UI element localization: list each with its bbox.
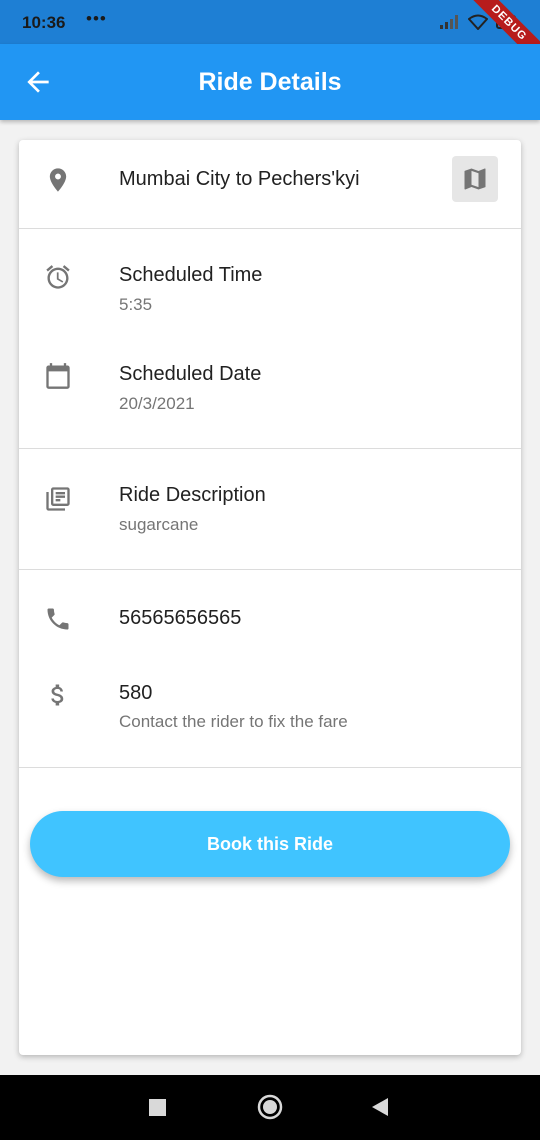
phone-number[interactable]: 56565656565 [119, 607, 241, 630]
article-icon [46, 487, 70, 511]
back-nav-button[interactable] [372, 1098, 388, 1116]
app-bar: Ride Details [0, 44, 540, 120]
book-ride-button[interactable]: Book this Ride [30, 811, 510, 877]
divider [19, 767, 521, 768]
route-text: Mumbai City to Pechers'kyi [119, 168, 360, 190]
fare-note: Contact the rider to fix the fare [119, 712, 348, 731]
ride-description-label: Ride Description [119, 484, 266, 506]
scheduled-date-value: 20/3/2021 [119, 394, 195, 413]
map-icon [464, 168, 486, 190]
page-title: Ride Details [198, 68, 342, 96]
status-time: 10:36 [22, 13, 66, 32]
route-tile: Mumbai City to Pechers'kyi [19, 140, 521, 228]
ride-details-card: Mumbai City to Pechers'kyi Scheduled Tim… [19, 140, 521, 1055]
scheduled-time-tile: Scheduled Time 5:35 [19, 229, 521, 329]
phone-icon [47, 608, 69, 630]
wifi-icon [468, 14, 488, 30]
calendar-icon [46, 363, 70, 389]
status-bar: 10:36 ••• DEBUG [0, 0, 540, 69]
scheduled-date-tile: Scheduled Date 20/3/2021 [19, 329, 521, 448]
ride-description-value: sugarcane [119, 515, 199, 534]
map-button[interactable] [452, 156, 498, 202]
signal-icon [440, 15, 458, 29]
scheduled-time-label: Scheduled Time [119, 264, 263, 286]
scheduled-date-label: Scheduled Date [119, 363, 262, 385]
fare-tile: 580 Contact the rider to fix the fare [19, 660, 521, 767]
home-button[interactable] [257, 1094, 283, 1120]
dollar-icon [51, 684, 64, 706]
ride-description-tile: Ride Description sugarcane [19, 449, 521, 569]
scheduled-time-value: 5:35 [119, 295, 153, 314]
notification-dots: ••• [86, 9, 107, 28]
alarm-icon [46, 265, 70, 289]
location-pin-icon [49, 168, 67, 192]
fare-amount: 580 [119, 682, 153, 704]
phone-tile[interactable]: 56565656565 [19, 570, 521, 660]
system-nav-bar [0, 1075, 540, 1140]
recents-button[interactable] [149, 1099, 166, 1116]
